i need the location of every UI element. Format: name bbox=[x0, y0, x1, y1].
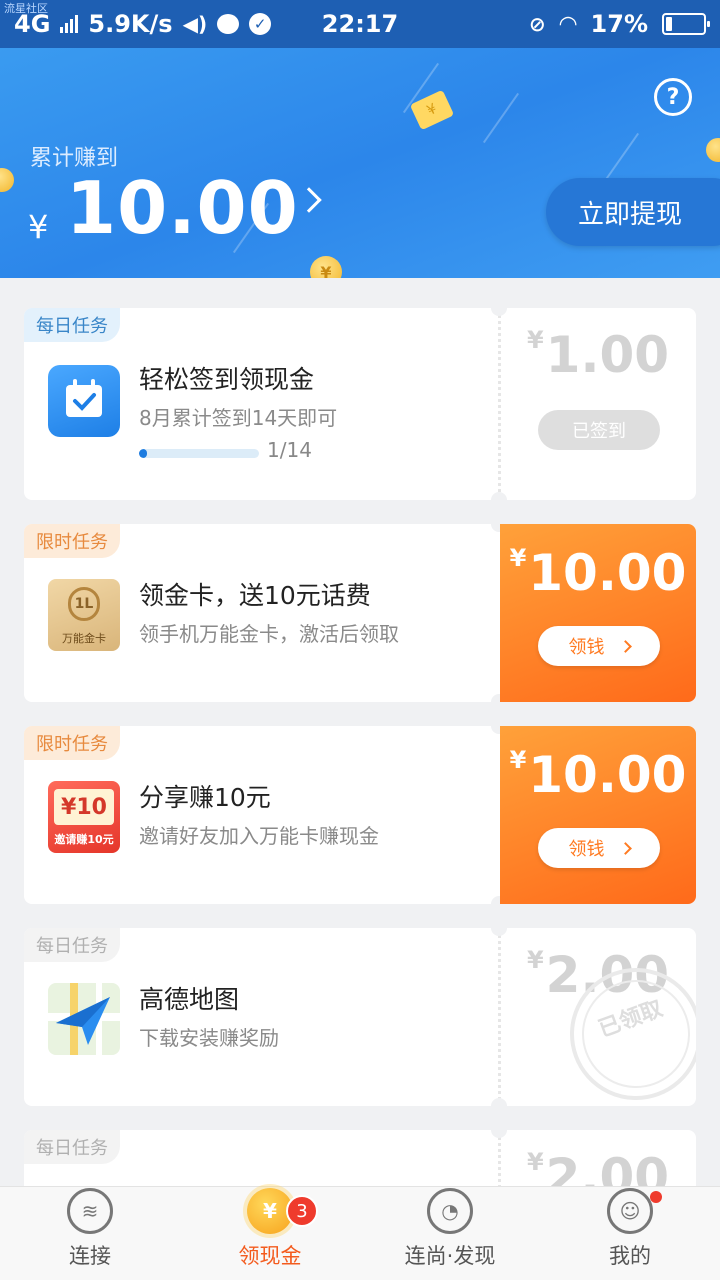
tab-discover[interactable]: ◔ 连尚·发现 bbox=[360, 1187, 540, 1280]
reward-price: ¥10.00 bbox=[509, 544, 687, 602]
reward-panel: ¥1.00 已签到 bbox=[500, 308, 696, 500]
battery-percent: 17% bbox=[590, 10, 648, 38]
coin-decoration: ¥ bbox=[310, 256, 342, 278]
task-tag: 每日任务 bbox=[24, 308, 120, 342]
task-tag: 限时任务 bbox=[24, 726, 120, 760]
chevron-right-icon[interactable] bbox=[296, 187, 322, 213]
checked-in-button[interactable]: 已签到 bbox=[538, 410, 660, 450]
currency-symbol: ¥ bbox=[28, 208, 49, 246]
progress-text: 1/14 bbox=[267, 438, 312, 462]
tab-mine[interactable]: ☺ 我的 bbox=[540, 1187, 720, 1280]
chevron-right-icon bbox=[618, 841, 632, 855]
tab-label: 我的 bbox=[609, 1244, 651, 1268]
accumulated-amount: 10.00 bbox=[66, 166, 299, 250]
user-icon: ☺ bbox=[607, 1188, 653, 1234]
wifi-status-icon: ◠ bbox=[559, 11, 577, 37]
icon-label: 万能金卡 bbox=[62, 632, 106, 645]
planet-icon: ◔ bbox=[427, 1188, 473, 1234]
red-dot-badge bbox=[650, 1191, 662, 1203]
app-screen: 流星社区 4G 5.9K/s ◀) ✓ 22:17 ⊘ ◠ 17% ¥ ¥ ? … bbox=[0, 0, 720, 1280]
task-subtitle: 领手机万能金卡，激活后领取 bbox=[139, 622, 399, 646]
task-tag: 限时任务 bbox=[24, 524, 120, 558]
chevron-right-icon bbox=[618, 639, 632, 653]
task-title: 轻松签到领现金 bbox=[139, 365, 315, 394]
network-speed: 5.9K/s bbox=[88, 10, 173, 38]
tab-connect[interactable]: ≋ 连接 bbox=[0, 1187, 180, 1280]
invite-reward-icon: ¥10 邀请赚10元 bbox=[48, 781, 120, 853]
task-subtitle: 邀请好友加入万能卡赚现金 bbox=[139, 824, 379, 848]
task-card-gold-card[interactable]: 限时任务 1L 万能金卡 领金卡，送10元话费 领手机万能金卡，激活后领取 ¥1… bbox=[24, 524, 696, 702]
task-list: 每日任务 轻松签到领现金 8月累计签到14天即可 1/14 ¥1.00 已签到 … bbox=[0, 278, 720, 1188]
reward-panel: ¥10.00 领钱 bbox=[500, 726, 696, 904]
battery-icon bbox=[662, 13, 710, 35]
task-title: 分享赚10元 bbox=[139, 783, 271, 812]
task-subtitle: 下载安装赚奖励 bbox=[139, 1026, 279, 1050]
bottom-tab-bar: ≋ 连接 ¥ 3 领现金 ◔ 连尚·发现 ☺ 我的 bbox=[0, 1186, 720, 1280]
tab-get-cash[interactable]: ¥ 3 领现金 bbox=[180, 1187, 360, 1280]
signal-icon bbox=[60, 15, 79, 33]
withdraw-button[interactable]: 立即提现 bbox=[546, 178, 720, 246]
reward-panel: ¥10.00 领钱 bbox=[500, 524, 696, 702]
task-title: 领金卡，送10元话费 bbox=[139, 581, 371, 610]
reward-price: ¥1.00 bbox=[526, 326, 670, 384]
task-tag: 每日任务 bbox=[24, 928, 120, 962]
message-icon bbox=[217, 14, 240, 34]
claim-button[interactable]: 领钱 bbox=[538, 626, 660, 666]
claim-button[interactable]: 领钱 bbox=[538, 828, 660, 868]
reward-panel: ¥2.00 bbox=[500, 1130, 696, 1188]
coin-decoration bbox=[0, 168, 14, 192]
icon-label: 邀请赚10元 bbox=[54, 833, 114, 846]
task-tag: 每日任务 bbox=[24, 1130, 120, 1164]
coin-decoration bbox=[706, 138, 720, 162]
tab-label: 连接 bbox=[69, 1244, 111, 1268]
task-card-partial[interactable]: 每日任务 ¥2.00 bbox=[24, 1130, 696, 1188]
task-card-amap[interactable]: 每日任务 高德地图 下载安装赚奖励 ¥2.00 已领取 bbox=[24, 928, 696, 1106]
map-navigation-icon bbox=[48, 983, 120, 1055]
volume-icon: ◀) bbox=[182, 12, 208, 36]
task-card-checkin[interactable]: 每日任务 轻松签到领现金 8月累计签到14天即可 1/14 ¥1.00 已签到 bbox=[24, 308, 696, 500]
reward-price: ¥10.00 bbox=[509, 746, 687, 804]
reward-panel: ¥2.00 已领取 bbox=[500, 928, 696, 1106]
watermark: 流星社区 bbox=[4, 2, 48, 15]
check-circle-icon: ✓ bbox=[249, 13, 272, 35]
calendar-check-icon bbox=[48, 365, 120, 437]
gold-card-icon: 1L 万能金卡 bbox=[48, 579, 120, 651]
checkin-progress-bar bbox=[139, 449, 259, 458]
wifi-icon: ≋ bbox=[67, 1188, 113, 1234]
tab-label: 连尚·发现 bbox=[404, 1244, 496, 1268]
notification-badge: 3 bbox=[286, 1195, 318, 1227]
earnings-header: ¥ ¥ ? 累计赚到 ¥ 10.00 立即提现 bbox=[0, 48, 720, 278]
status-bar: 4G 5.9K/s ◀) ✓ 22:17 ⊘ ◠ 17% bbox=[0, 0, 720, 48]
reward-price: ¥2.00 bbox=[526, 1148, 670, 1188]
mute-icon: ⊘ bbox=[528, 12, 546, 36]
help-button[interactable]: ? bbox=[654, 78, 692, 116]
task-card-share[interactable]: 限时任务 ¥10 邀请赚10元 分享赚10元 邀请好友加入万能卡赚现金 ¥10.… bbox=[24, 726, 696, 904]
tab-label: 领现金 bbox=[238, 1244, 302, 1268]
task-title: 高德地图 bbox=[139, 985, 240, 1014]
task-subtitle: 8月累计签到14天即可 bbox=[139, 406, 338, 430]
